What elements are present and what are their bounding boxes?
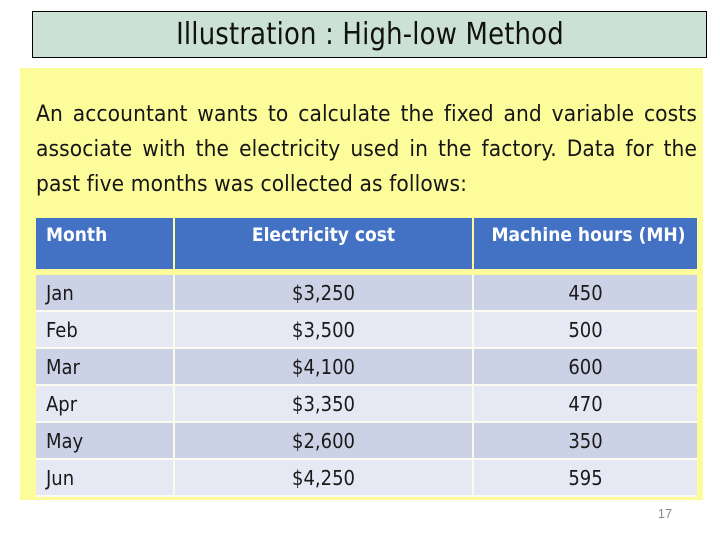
cell-machine-hours: 500: [474, 312, 697, 349]
page-number: 17: [657, 506, 673, 521]
cell-month: Jan: [36, 275, 175, 312]
cell-electricity-cost: $4,100: [175, 349, 474, 386]
column-header-month: Month: [36, 218, 175, 275]
cell-machine-hours: 470: [474, 386, 697, 423]
body-paragraph: An accountant wants to calculate the fix…: [36, 100, 697, 197]
cell-electricity-cost: $3,500: [175, 312, 474, 349]
table-row: Apr $3,350 470: [36, 386, 697, 423]
cell-electricity-cost: $3,250: [175, 275, 474, 312]
cell-electricity-cost: $3,350: [175, 386, 474, 423]
cell-electricity-cost: $4,250: [175, 460, 474, 497]
table-row: Feb $3,500 500: [36, 312, 697, 349]
page-title: Illustration : High-low Method: [175, 16, 564, 52]
cell-month: Mar: [36, 349, 175, 386]
column-header-electricity-cost: Electricity cost: [175, 218, 474, 275]
cell-machine-hours: 595: [474, 460, 697, 497]
table-row: Mar $4,100 600: [36, 349, 697, 386]
table-row: Jan $3,250 450: [36, 275, 697, 312]
table-row: May $2,600 350: [36, 423, 697, 460]
table-row: Jun $4,250 595: [36, 460, 697, 497]
content-panel: An accountant wants to calculate the fix…: [20, 68, 703, 500]
cell-machine-hours: 350: [474, 423, 697, 460]
column-header-machine-hours: Machine hours (MH): [474, 218, 697, 275]
slide-title-box: Illustration : High-low Method: [32, 11, 707, 58]
cell-month: Jun: [36, 460, 175, 497]
table-header: Month Electricity cost Machine hours (MH…: [36, 218, 697, 275]
table-body: Jan $3,250 450 Feb $3,500 500 Mar $4,100…: [36, 275, 697, 497]
cost-data-table: Month Electricity cost Machine hours (MH…: [36, 218, 697, 497]
cell-month: Apr: [36, 386, 175, 423]
table-header-row: Month Electricity cost Machine hours (MH…: [36, 218, 697, 275]
cell-month: Feb: [36, 312, 175, 349]
cell-month: May: [36, 423, 175, 460]
cell-machine-hours: 450: [474, 275, 697, 312]
slide-canvas: Illustration : High-low Method An accoun…: [0, 0, 720, 540]
cell-electricity-cost: $2,600: [175, 423, 474, 460]
cell-machine-hours: 600: [474, 349, 697, 386]
